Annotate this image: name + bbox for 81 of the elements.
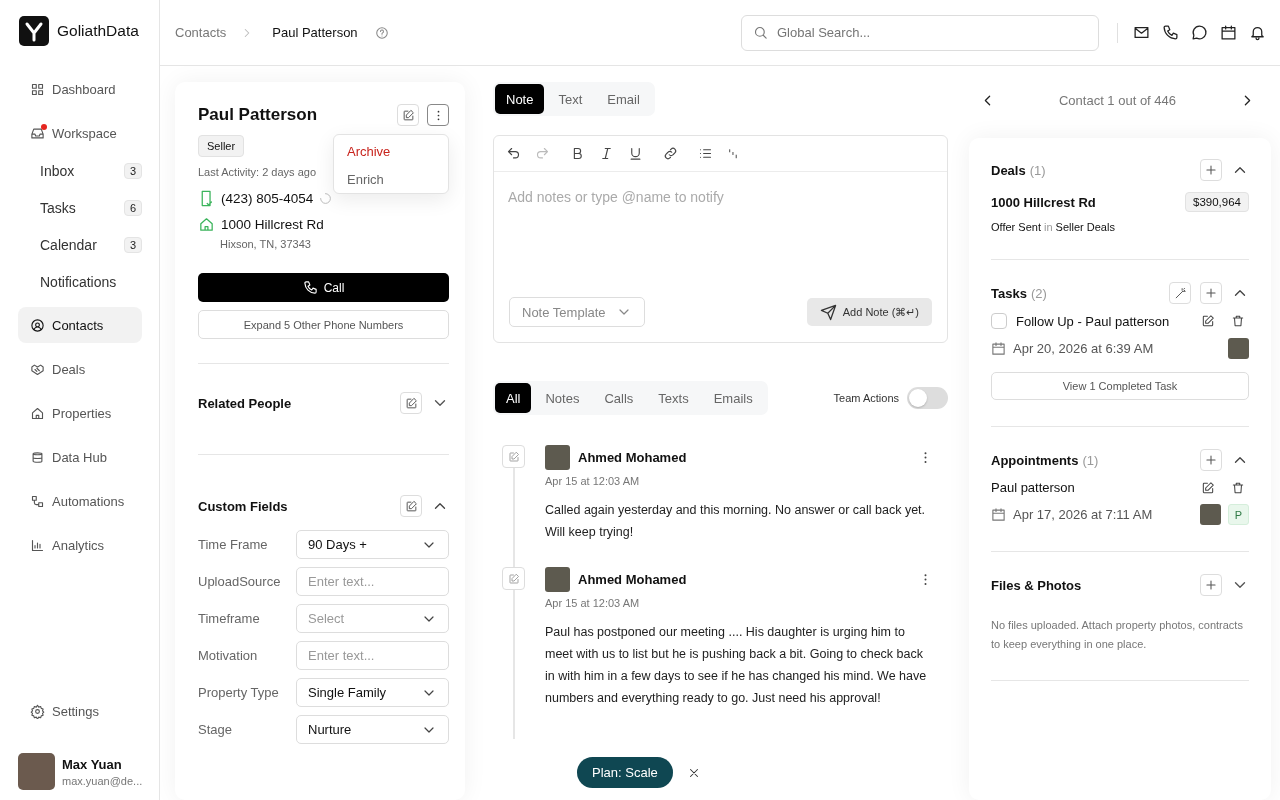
section-title: Appointments (1) [991, 452, 1099, 468]
user-email: max.yuan@de... [62, 774, 143, 787]
note-time: Apr 15 at 12:03 AM [545, 475, 641, 487]
section-title: Tasks (2) [991, 285, 1047, 301]
empty-message: No files uploaded. Attach property photos, contracts to keep everything in one place. [991, 618, 1244, 652]
author-name: Ahmed Mohamed [578, 572, 687, 587]
filter-tab[interactable]: Notes [534, 383, 591, 413]
nav-subitem[interactable]: Inbox 3 [18, 152, 142, 189]
brand-name: GoliathData [57, 22, 139, 40]
select-field[interactable]: Nurture [296, 715, 449, 744]
field-label: Property Type [198, 685, 280, 700]
count-badge: 3 [123, 236, 142, 253]
deal-address: 1000 Hillcrest Rd [991, 194, 1096, 210]
composer-tab[interactable]: Note [495, 84, 545, 114]
section-title: Deals (1) [991, 162, 1046, 178]
select-field[interactable]: 90 Days + [296, 530, 449, 559]
filter-tab[interactable]: Calls [593, 383, 645, 413]
composer-tab[interactable]: Text [547, 84, 594, 114]
user-name: Max Yuan [62, 756, 123, 772]
menu-item[interactable]: Enrich [347, 172, 448, 187]
plan-badge[interactable]: Plan: Scale [577, 757, 673, 788]
filter-tab[interactable]: Texts [647, 383, 700, 413]
nav-item[interactable]: Dashboard [18, 71, 142, 107]
add-note-button[interactable]: Add Note (⌘↵) [806, 298, 932, 326]
settings-link[interactable]: Settings [18, 693, 142, 729]
filter-tab[interactable]: Emails [702, 383, 764, 413]
appointment-time: Apr 17, 2026 at 7:11 AM [1013, 507, 1153, 522]
nav-item[interactable]: Automations [18, 483, 142, 519]
section-title: Custom Fields [198, 498, 288, 514]
field-label: Motivation [198, 648, 259, 663]
nav-item[interactable]: Workspace [18, 115, 142, 151]
nav-item[interactable]: Data Hub [18, 439, 142, 475]
search-field[interactable]: Global Search... [741, 14, 1099, 51]
count-badge: 3 [123, 162, 142, 179]
text-field[interactable]: Enter text... [296, 567, 449, 596]
contact-tag: Seller [198, 135, 245, 157]
nav-subitem[interactable]: Calendar 3 [18, 226, 142, 263]
menu-item[interactable]: Archive [347, 144, 448, 159]
field-label: Timeframe [198, 611, 261, 626]
call-button[interactable]: Call [198, 273, 449, 302]
field-label: Stage [198, 722, 233, 737]
nav-item[interactable]: Deals [18, 351, 142, 387]
address-city: Hixson, TN, 37343 [220, 238, 311, 250]
section-title: Files & Photos [991, 577, 1082, 593]
note-editor[interactable]: Add notes or type @name to notify Note Template Add Note (⌘↵) [493, 135, 948, 343]
phone-number: (423) 805-4054 [221, 191, 314, 206]
nav-subitem[interactable]: Tasks 6 [18, 189, 142, 226]
breadcrumb-current: Paul Patterson [272, 25, 358, 40]
task-title: Follow Up - Paul patterson [1016, 313, 1170, 329]
pager-label: Contact 1 out of 446 [1058, 92, 1177, 108]
note-input[interactable]: Add notes or type @name to notify [494, 172, 947, 297]
deal-amount: $390,964 [1185, 192, 1249, 212]
deal-stage: Offer Sent in Seller Deals [991, 221, 1116, 233]
filter-tab[interactable]: All [495, 383, 532, 413]
contact-name: Paul Patterson [198, 105, 318, 125]
section-title: Related People [198, 395, 292, 411]
composer-tab[interactable]: Email [596, 84, 651, 114]
search-input[interactable]: Global Search... [775, 24, 1087, 41]
expand-phones-button[interactable]: Expand 5 Other Phone Numbers [198, 310, 449, 339]
note-text: Called again yesterday and this morning. No answer or call back yet. Will keep trying! [545, 502, 927, 541]
nav-subitem[interactable]: Notifications [18, 263, 142, 300]
note-time: Apr 15 at 12:03 AM [545, 597, 641, 609]
field-label: UploadSource [198, 574, 282, 589]
attendee-initial: P [1228, 504, 1249, 525]
nav-item[interactable]: Analytics [18, 527, 142, 563]
text-field[interactable]: Enter text... [296, 641, 449, 670]
completed-tasks-button[interactable]: View 1 Completed Task [991, 372, 1249, 400]
field-label: Time Frame [198, 537, 269, 552]
task-due-date: Apr 20, 2026 at 6:39 AM [1013, 341, 1154, 356]
note-template-select[interactable]: Note Template [509, 297, 645, 327]
count-badge: 6 [123, 199, 142, 216]
last-activity: Last Activity: 2 days ago [198, 166, 316, 178]
note-text: Paul has postponed our meeting .... His daughter is urging him to meet with us to list but he is pushing back a bit. Going to check back in with him in a few days to see if he has changed his mind. We have numbers and everything ready to go. Just need his approval! [545, 624, 928, 707]
nav-item[interactable]: Properties [18, 395, 142, 431]
appointment-title: Paul patterson [991, 480, 1075, 495]
select-field[interactable]: Single Family [296, 678, 449, 707]
breadcrumb-link[interactable]: Contacts [175, 25, 227, 40]
toggle-label: Team Actions [833, 392, 899, 404]
author-name: Ahmed Mohamed [578, 450, 687, 465]
address-line: 1000 Hillcrest Rd [221, 217, 324, 232]
nav-item[interactable]: Contacts [18, 307, 142, 343]
